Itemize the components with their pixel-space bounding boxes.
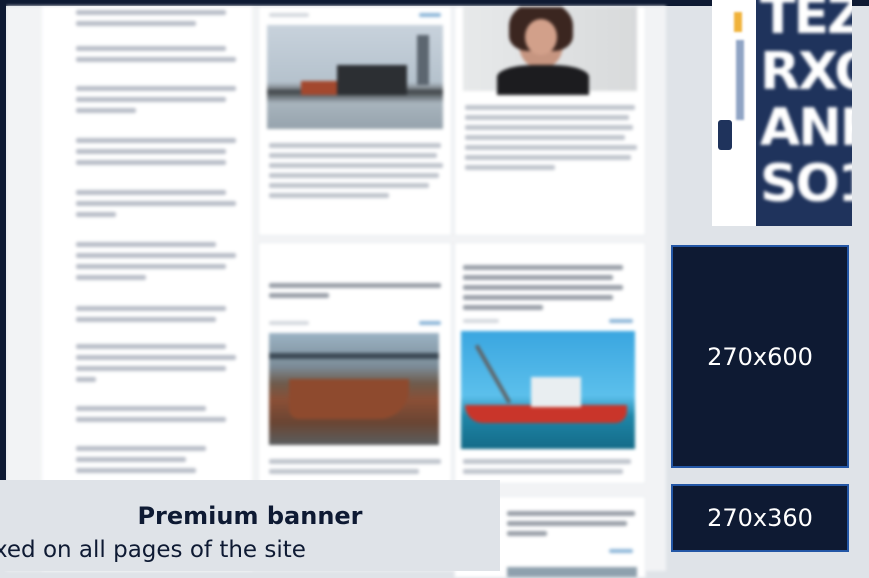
banner-logo-strip — [712, 0, 756, 226]
premium-banner-subtitle: xed on all pages of the site — [0, 537, 306, 563]
banner-logo-icon — [718, 120, 732, 150]
tez-tour-banner-ad[interactable]: TEZ RXO ANP2 SO1 — [712, 0, 852, 226]
news-item[interactable] — [52, 242, 238, 286]
ad-slot-270x600: 270x600 — [671, 245, 849, 468]
news-card[interactable] — [258, 242, 452, 484]
ship-photo — [267, 25, 443, 129]
news-item[interactable] — [52, 46, 238, 68]
cargo-ship-photo — [269, 333, 439, 445]
ad-slot-size-label: 270x360 — [707, 504, 813, 532]
ad-slot-size-label: 270x600 — [707, 342, 813, 371]
red-boat-photo — [461, 331, 635, 449]
banner-logo-text — [736, 40, 744, 120]
ad-slot-270x360: 270x360 — [671, 484, 849, 552]
premium-banner-panel: Premium banner xed on all pages of the s… — [0, 480, 500, 571]
news-item[interactable] — [52, 138, 238, 171]
news-item[interactable] — [52, 344, 238, 388]
news-card[interactable] — [258, 6, 452, 236]
banner-ad-lettering: TEZ RXO ANP2 SO1 — [760, 0, 852, 214]
news-item[interactable] — [52, 10, 238, 32]
news-item[interactable] — [52, 190, 238, 223]
portrait-photo — [463, 7, 637, 95]
news-item[interactable] — [52, 446, 238, 479]
news-item[interactable] — [52, 406, 238, 428]
news-card[interactable] — [454, 242, 646, 484]
banner-logo-accent — [734, 12, 742, 32]
news-item[interactable] — [52, 86, 238, 119]
premium-banner-title: Premium banner — [137, 502, 363, 530]
news-item[interactable] — [52, 306, 238, 328]
news-card[interactable] — [454, 6, 646, 236]
